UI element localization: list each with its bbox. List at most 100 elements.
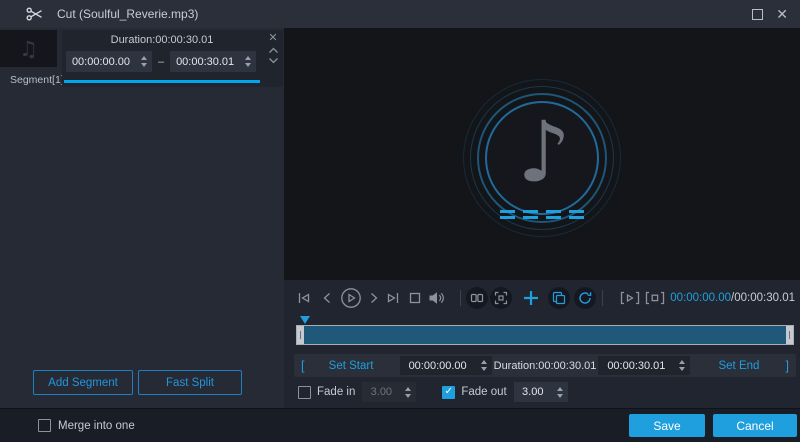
play-segment-icon[interactable] [620,290,640,306]
transport-bar: 00:00:00.00/00:00:30.01 [296,285,795,311]
spinner-up-icon[interactable] [405,387,411,391]
segment-time-inputs: 00:00:00.00 – 00:00:30.01 [66,51,256,72]
segment-end-input[interactable]: 00:00:30.01 [170,51,256,72]
spinner-down-icon[interactable] [679,367,685,371]
maximize-button[interactable] [752,9,763,20]
time-display: 00:00:00.00/00:00:30.01 [670,292,795,304]
volume-icon[interactable] [428,290,446,306]
segment-duration-label: Duration:00:00:30.01 [62,34,262,46]
fade-out-stepper[interactable] [552,382,568,402]
fade-in-checkbox[interactable]: ✓ [298,386,311,399]
fade-bar: ✓ Fade in 3.00 ✓ Fade out 3.00 [298,381,568,403]
trim-start-value[interactable]: 00:00:00.00 [400,360,476,372]
add-icon[interactable] [522,289,540,307]
skip-end-icon[interactable] [385,290,401,306]
spinner-up-icon[interactable] [245,56,251,60]
current-time: 00:00:00.00 [670,292,731,304]
fade-in-label: Fade in [317,386,355,398]
fade-out-label: Fade out [461,386,506,398]
spinner-down-icon[interactable] [481,367,487,371]
trim-handle-right[interactable] [786,326,793,344]
divider [602,290,603,306]
total-time: /00:00:30.01 [731,292,795,304]
playhead-marker[interactable] [300,316,310,324]
titlebar: Cut (Soulful_Reverie.mp3) ✕ [0,0,800,28]
trim-end-input[interactable]: 00:00:30.01 [598,356,690,375]
play-button[interactable] [340,287,362,309]
checkmark-icon: ✓ [445,387,453,397]
divider [460,290,461,306]
split-button[interactable] [466,287,488,309]
set-start-button[interactable]: Set Start [304,360,397,372]
spinner-up-icon[interactable] [141,56,147,60]
split-icon [470,291,484,305]
range-separator: – [158,56,164,68]
segment-start-stepper[interactable] [136,51,152,72]
skip-start-icon[interactable] [296,290,312,306]
bracket-right: ] [786,359,789,373]
fast-split-button[interactable]: Fast Split [138,370,242,395]
spinner-down-icon[interactable] [245,63,251,67]
merge-into-one-label: Merge into one [58,420,135,432]
audio-preview: ♪ [284,28,800,280]
segment-list-panel: ♫ Segment[1] Duration:00:00:30.01 00:00:… [0,28,284,408]
window-controls: ✕ [752,7,800,21]
spinner-up-icon[interactable] [481,360,487,364]
trim-bar: [ Set Start 00:00:00.00 Duration:00:00:3… [294,354,796,377]
segment-label: Segment[1] [10,74,64,86]
segment-move-up-icon[interactable] [268,47,279,54]
trim-handle-left[interactable] [297,326,304,344]
add-segment-button[interactable]: Add Segment [33,370,133,395]
close-button[interactable]: ✕ [776,7,788,21]
set-end-button[interactable]: Set End [692,360,785,372]
fade-in-duration-input[interactable]: 3.00 [362,382,416,402]
fade-out-value[interactable]: 3.00 [514,386,552,398]
merge-into-one-checkbox[interactable]: ✓ [38,419,51,432]
segment-card[interactable]: Duration:00:00:30.01 00:00:00.00 – 00:00… [62,30,283,87]
trim-start-input[interactable]: 00:00:00.00 [400,356,492,375]
fade-out-duration-input[interactable]: 3.00 [514,382,568,402]
spinner-down-icon[interactable] [557,394,563,398]
segment-remove-icon[interactable]: ✕ [268,33,277,44]
fade-in-value[interactable]: 3.00 [362,386,400,398]
spinner-up-icon[interactable] [557,387,563,391]
fade-in-stepper[interactable] [400,382,416,402]
segment-start-value[interactable]: 00:00:00.00 [66,56,136,68]
frame-button[interactable] [490,287,512,309]
segment-move-down-icon[interactable] [268,57,279,64]
window-title: Cut (Soulful_Reverie.mp3) [57,7,198,21]
trim-end-value[interactable]: 00:00:30.01 [598,360,674,372]
stop-icon[interactable] [408,291,422,305]
trim-duration-label: Duration:00:00:30.01 [494,360,597,372]
fade-out-checkbox[interactable]: ✓ [442,386,455,399]
reset-button[interactable] [574,287,596,309]
segment-end-value[interactable]: 00:00:30.01 [170,56,240,68]
trim-end-stepper[interactable] [674,356,690,375]
spinner-up-icon[interactable] [679,360,685,364]
copy-icon [552,291,566,305]
segment-end-stepper[interactable] [240,51,256,72]
reset-icon [578,291,592,305]
trim-start-stepper[interactable] [476,356,492,375]
playback-controls-panel: 00:00:00.00/00:00:30.01 [ Set Start 00:0… [284,280,800,408]
equalizer-dashes-icon [500,210,584,219]
cancel-button[interactable]: Cancel [713,414,797,437]
spinner-down-icon[interactable] [141,63,147,67]
segment-start-input[interactable]: 00:00:00.00 [66,51,152,72]
preview-and-controls: ♪ [284,28,800,408]
copy-button[interactable] [548,287,570,309]
segment-card-actions: ✕ [264,33,282,64]
frame-icon [494,291,508,305]
music-note-icon: ♪ [517,103,571,201]
spinner-down-icon[interactable] [405,394,411,398]
save-button[interactable]: Save [629,414,705,437]
next-frame-icon[interactable] [368,290,380,306]
scissors-icon [26,6,44,22]
segment-thumbnail[interactable]: ♫ [0,30,57,67]
prev-frame-icon[interactable] [321,290,333,306]
timeline-track[interactable] [296,325,794,345]
segment-progress-bar [64,80,260,83]
segment-thumbnail-note-icon: ♫ [19,37,38,61]
footer-bar: ✓ Merge into one Save Cancel [0,408,800,442]
stop-segment-icon[interactable] [645,290,665,306]
